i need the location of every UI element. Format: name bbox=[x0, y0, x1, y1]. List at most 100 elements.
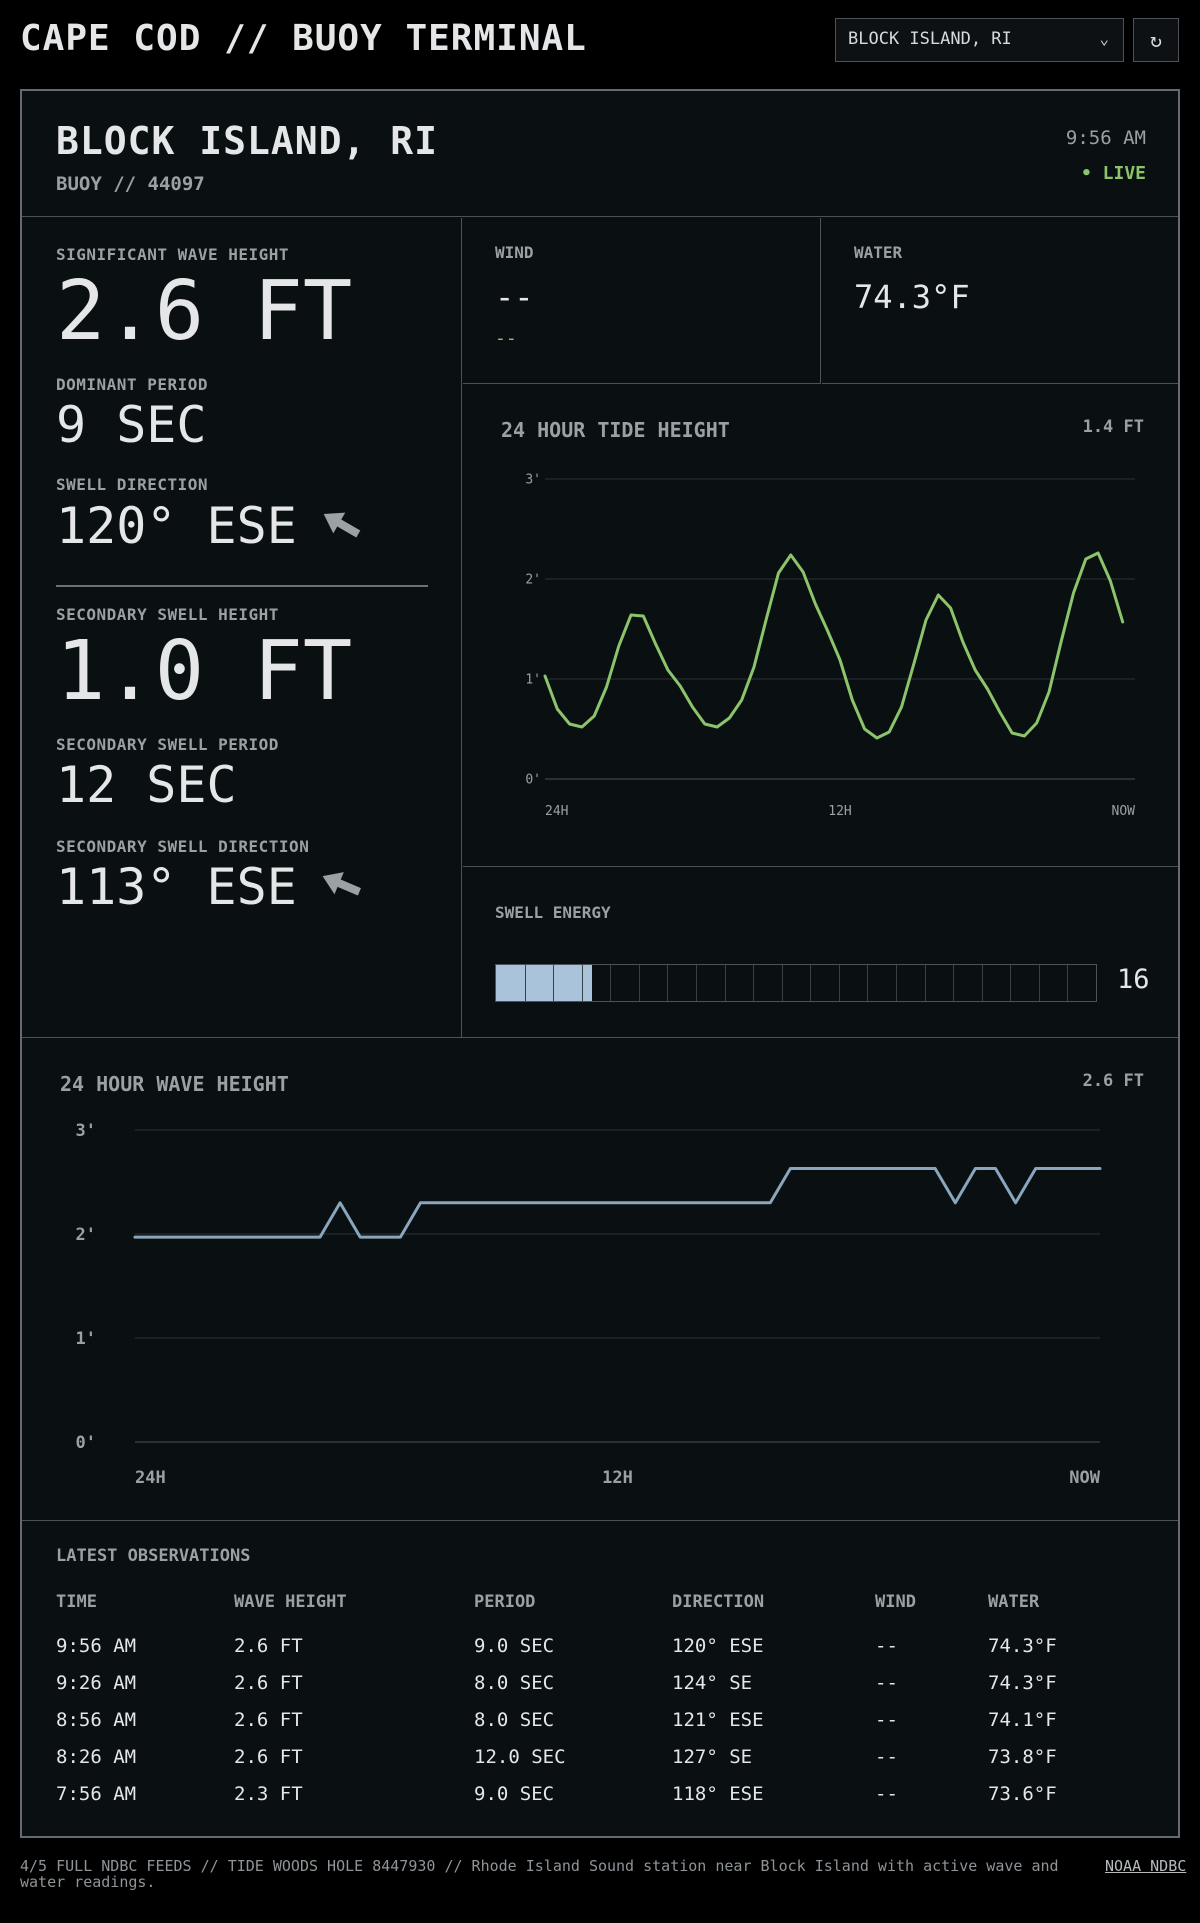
cell-period: 9.0 SEC bbox=[474, 1635, 555, 1657]
cell-time: 9:26 AM bbox=[56, 1672, 137, 1694]
swell-energy-fill bbox=[496, 965, 592, 1001]
swell-energy-segment-divider bbox=[667, 965, 669, 1001]
secondary-height-label: SECONDARY SWELL HEIGHT bbox=[56, 605, 279, 624]
secondary-period-label: SECONDARY SWELL PERIOD bbox=[56, 735, 279, 754]
cell-period: 8.0 SEC bbox=[474, 1672, 555, 1694]
wind-card: WIND -- -- bbox=[463, 218, 821, 384]
swell-energy-segment-divider bbox=[896, 965, 897, 1001]
tide-series-line bbox=[543, 551, 1125, 740]
noaa-ndbc-link[interactable]: NOAA NDBC bbox=[1105, 1858, 1186, 1874]
observations-table: LATEST OBSERVATIONS TIME WAVE HEIGHT PERIO… bbox=[22, 1522, 1178, 1838]
station-select[interactable]: BLOCK ISLAND, RI ⌄ bbox=[835, 18, 1124, 62]
cell-water: 73.6°F bbox=[988, 1783, 1057, 1805]
station-name: BLOCK ISLAND, RI bbox=[56, 119, 439, 163]
swell-energy-meter bbox=[495, 964, 1097, 1002]
swell-energy-segment-divider bbox=[1010, 965, 1012, 1001]
swell-energy-segment-divider bbox=[524, 965, 526, 1001]
cell-wind: -- bbox=[875, 1746, 898, 1768]
cell-direction: 124° SE bbox=[672, 1672, 753, 1694]
secondary-direction-label: SECONDARY SWELL DIRECTION bbox=[56, 837, 310, 856]
wind-gust-value: -- bbox=[495, 328, 517, 349]
wind-value: -- bbox=[495, 278, 534, 316]
top-bar: CAPE COD // BUOY TERMINAL BLOCK ISLAND, … bbox=[0, 0, 1200, 78]
cell-water: 74.3°F bbox=[988, 1635, 1057, 1657]
swell-energy-segment-divider bbox=[553, 965, 555, 1001]
refresh-button[interactable]: ↻ bbox=[1133, 18, 1179, 62]
cell-wind: -- bbox=[875, 1783, 898, 1805]
swell-energy-segment-divider bbox=[1067, 965, 1069, 1001]
observation-time: 9:56 AM bbox=[1065, 127, 1146, 149]
swell-energy-segment-divider bbox=[753, 965, 755, 1001]
live-indicator: • LIVE bbox=[1080, 163, 1146, 184]
tide-y-tick-label: 0' bbox=[525, 773, 541, 788]
cell-wave-height: 2.6 FT bbox=[234, 1709, 303, 1731]
wave-height-label: SIGNIFICANT WAVE HEIGHT bbox=[56, 245, 290, 264]
water-temperature: 74.3°F bbox=[854, 278, 970, 316]
swell-energy-segment-divider bbox=[953, 965, 955, 1001]
cell-water: 73.8°F bbox=[988, 1746, 1057, 1768]
wave-y-tick-label: 3' bbox=[76, 1121, 96, 1141]
divider bbox=[56, 585, 428, 587]
refresh-icon: ↻ bbox=[1149, 28, 1163, 52]
swell-energy-label: SWELL ENERGY bbox=[495, 903, 611, 922]
buoy-id: BUOY // 44097 bbox=[56, 173, 205, 195]
cell-wind: -- bbox=[875, 1709, 898, 1731]
cell-water: 74.1°F bbox=[988, 1709, 1057, 1731]
cell-time: 7:56 AM bbox=[56, 1783, 137, 1805]
column-header-time: TIME bbox=[56, 1592, 97, 1612]
swell-energy-segment-divider bbox=[838, 965, 840, 1001]
wave-series-line bbox=[133, 1167, 1102, 1239]
cell-period: 8.0 SEC bbox=[474, 1709, 555, 1731]
chevron-down-icon: ⌄ bbox=[1099, 29, 1109, 48]
wave-x-tick-label: 24H bbox=[135, 1468, 166, 1488]
station-panel: BLOCK ISLAND, RI BUOY // 44097 9:56 AM •… bbox=[20, 89, 1180, 1838]
wave-chart-card: 24 HOUR WAVE HEIGHT 2.6 FT 0' 1' 2' 3' 24H 12… bbox=[22, 1037, 1178, 1521]
cell-time: 8:56 AM bbox=[56, 1709, 137, 1731]
wave-x-tick-label: NOW bbox=[1069, 1468, 1100, 1488]
secondary-direction-value: 113° ESE bbox=[56, 858, 297, 916]
app-title: CAPE COD // BUOY TERMINAL bbox=[20, 18, 587, 59]
water-label: WATER bbox=[854, 243, 903, 262]
tide-x-tick-label: NOW bbox=[1112, 804, 1136, 819]
swell-energy-value: 16 bbox=[1117, 964, 1150, 995]
direction-label: SWELL DIRECTION bbox=[56, 475, 208, 494]
cell-period: 9.0 SEC bbox=[474, 1783, 555, 1805]
station-select-value: BLOCK ISLAND, RI bbox=[848, 29, 1012, 49]
column-header-direction: DIRECTION bbox=[672, 1592, 765, 1612]
tide-y-tick-label: 1' bbox=[525, 673, 541, 688]
cell-wave-height: 2.3 FT bbox=[234, 1783, 303, 1805]
swell-energy-segment-divider bbox=[724, 965, 726, 1001]
swell-energy-segment-divider bbox=[610, 965, 612, 1001]
swell-energy-segment-divider bbox=[981, 965, 983, 1001]
swell-energy-segment-divider bbox=[781, 965, 783, 1001]
tide-y-tick-label: 2' bbox=[525, 573, 541, 588]
cell-wave-height: 2.6 FT bbox=[234, 1635, 303, 1657]
secondary-direction-arrow-icon bbox=[322, 872, 361, 896]
tide-y-tick-label: 3' bbox=[525, 473, 541, 488]
period-label: DOMINANT PERIOD bbox=[56, 375, 208, 394]
cell-wave-height: 2.6 FT bbox=[234, 1672, 303, 1694]
column-header-water: WATER bbox=[988, 1592, 1040, 1612]
cell-period: 12.0 SEC bbox=[474, 1746, 566, 1768]
wave-height-value: 2.6 FT bbox=[56, 264, 353, 359]
swell-energy-segment-divider bbox=[810, 965, 812, 1001]
station-header: BLOCK ISLAND, RI BUOY // 44097 9:56 AM •… bbox=[22, 91, 1178, 217]
tide-chart: 0' 1' 2' 3' 24H 12H NOW bbox=[525, 473, 1136, 819]
cell-time: 9:56 AM bbox=[56, 1635, 137, 1657]
swell-energy-card: SWELL ENERGY 16 bbox=[463, 868, 1178, 1037]
secondary-height-value: 1.0 FT bbox=[56, 624, 353, 719]
observations-title: LATEST OBSERVATIONS bbox=[56, 1546, 251, 1566]
swell-direction-arrow-icon bbox=[323, 512, 361, 538]
swell-readings: SIGNIFICANT WAVE HEIGHT 2.6 FT DOMINANT … bbox=[22, 218, 462, 1037]
noaa-ndbc-link-label: NOAA NDBC bbox=[1105, 1857, 1187, 1875]
tide-chart-card: 24 HOUR TIDE HEIGHT 1.4 FT 0' 1' 2' 3' 24H 12… bbox=[463, 385, 1178, 867]
swell-energy-segment-divider bbox=[581, 965, 583, 1001]
swell-energy-segment-divider bbox=[1038, 965, 1040, 1001]
wave-y-tick-label: 0' bbox=[76, 1433, 96, 1453]
tide-x-tick-label: 12H bbox=[828, 804, 851, 819]
water-card: WATER 74.3°F bbox=[822, 218, 1178, 384]
wind-label: WIND bbox=[495, 243, 534, 262]
cell-water: 74.3°F bbox=[988, 1672, 1057, 1694]
cell-direction: 127° SE bbox=[672, 1746, 753, 1768]
period-value: 9 SEC bbox=[56, 396, 207, 454]
